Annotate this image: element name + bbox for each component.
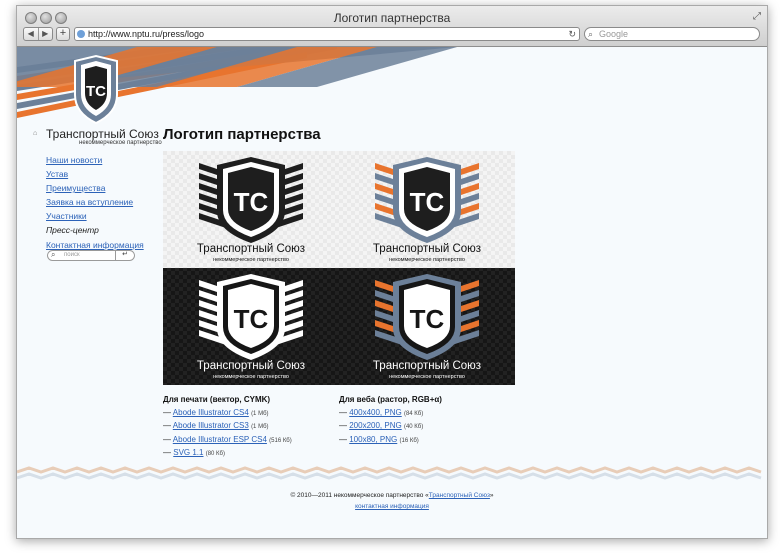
search-submit-button[interactable]: ↵ <box>115 250 134 261</box>
logo-card: TC Транспортный Союз некоммерческое партне… <box>373 157 481 263</box>
nav-item-charter: Устав <box>46 167 144 181</box>
print-file-link[interactable]: Abode Illustrator CS4 <box>173 408 249 417</box>
print-file-item: — SVG 1.1 (80 Кб) <box>163 447 292 460</box>
site-subtitle: некоммерческое партнерство <box>79 140 162 146</box>
globe-icon <box>77 30 85 38</box>
window-titlebar: Логотип партнерства ⤢ ◀ ▶ + http://www.n… <box>17 6 767 47</box>
dash: — <box>163 421 173 431</box>
print-heading: Для печати (вектор, CYMK) <box>163 395 271 404</box>
nav-link-members[interactable]: Участники <box>46 211 87 221</box>
dash: — <box>339 408 350 417</box>
copyright-suffix: » <box>489 492 494 499</box>
search-icon: ⌕ <box>51 250 56 259</box>
print-file-item: — Abode Illustrator ESP CS4 (516 Кб) <box>163 434 292 447</box>
footer-zigzag-line <box>17 466 762 474</box>
print-file-item: — Abode Illustrator CS3 (1 Мб) <box>163 420 292 433</box>
logo-card: TC Транспортный Союз некоммерческое партне… <box>197 274 305 380</box>
file-size: (16 Кб) <box>399 437 419 444</box>
back-button[interactable]: ◀ <box>24 28 39 40</box>
file-size: (80 Кб) <box>205 450 225 457</box>
emblem-icon: TC <box>74 54 118 125</box>
nav-item-application: Заявка на вступление <box>46 195 144 209</box>
logo-card: TC Транспортный Союз некоммерческое партне… <box>197 157 305 263</box>
footer-site-link[interactable]: Транспортный Союз <box>429 492 490 499</box>
file-size: (516 Кб) <box>269 437 292 444</box>
footer-zigzag-line <box>17 472 762 480</box>
logo-grid: TC Транспортный Союз некоммерческое партне… <box>163 151 515 385</box>
file-size: (1 Мб) <box>251 411 269 417</box>
print-file-link[interactable]: Abode Illustrator ESP CS4 <box>173 435 267 444</box>
logo-name: Транспортный Союз <box>197 360 305 372</box>
dash: — <box>163 408 173 417</box>
print-file-link[interactable]: SVG 1.1 <box>173 448 203 457</box>
logo-letters: TC <box>410 304 445 334</box>
web-file-link[interactable]: 200x200, PNG <box>349 421 401 430</box>
add-bookmark-button[interactable]: + <box>56 27 70 41</box>
file-size: (40 Кб) <box>403 424 424 431</box>
nav-item-press-center: Пресс-центр <box>46 223 144 237</box>
forward-button[interactable]: ▶ <box>39 28 53 40</box>
print-file-link[interactable]: Abode Illustrator CS3 <box>173 421 249 430</box>
dash: — <box>339 421 350 431</box>
sidebar-nav: Наши новости Устав Преимущества Заявка н… <box>46 153 144 252</box>
browser-search-field[interactable]: ⌕ Google <box>584 27 760 41</box>
logo-card: TC Транспортный Союз некоммерческое партне… <box>373 274 481 380</box>
logo-subtitle: некоммерческое партнерство <box>389 257 465 263</box>
nav-current-press-center: Пресс-центр <box>46 225 99 236</box>
nav-item-benefits: Преимущества <box>46 181 144 195</box>
fullscreen-icon[interactable]: ⤢ <box>753 11 761 22</box>
page-content: TC ⌂ Транспортный Союз некоммерческое па… <box>17 47 767 538</box>
reload-icon[interactable]: ↻ <box>568 28 576 40</box>
nav-link-news[interactable]: Наши новости <box>46 155 102 165</box>
web-file-item: — 200x200, PNG (40 Кб) <box>339 420 423 433</box>
nav-link-application[interactable]: Заявка на вступление <box>46 197 133 207</box>
nav-item-news: Наши новости <box>46 153 144 167</box>
logo-letters: TC <box>234 187 269 217</box>
web-files-list: — 400x400, PNG (84 Кб) — 200x200, PNG (4… <box>339 407 423 447</box>
nav-link-contacts[interactable]: Контактная информация <box>46 240 144 250</box>
back-forward-buttons: ◀ ▶ <box>23 27 53 41</box>
print-files-list: — Abode Illustrator CS4 (1 Мб) — Abode I… <box>163 407 292 460</box>
site-search-input[interactable]: ⌕ поиск ↵ <box>47 250 135 261</box>
browser-window: Логотип партнерства ⤢ ◀ ▶ + http://www.n… <box>16 5 768 539</box>
header-stripes: TC <box>17 47 457 125</box>
logo-name: Транспортный Союз <box>197 243 305 255</box>
web-file-link[interactable]: 400x400, PNG <box>349 408 401 417</box>
home-icon[interactable]: ⌂ <box>33 130 37 137</box>
logo-subtitle: некоммерческое партнерство <box>389 374 465 380</box>
file-size: (84 Кб) <box>403 411 424 417</box>
footer-contacts: контактная информация <box>17 503 767 510</box>
address-bar[interactable]: http://www.nptu.ru/press/logo ↻ <box>74 27 580 41</box>
print-file-item: — Abode Illustrator CS4 (1 Мб) <box>163 407 292 420</box>
file-size: (1 Мб) <box>251 424 269 431</box>
site-name[interactable]: Транспортный Союз <box>46 127 159 141</box>
footer-copyright: © 2010—2011 некоммерческое партнерство «… <box>17 492 767 499</box>
dash: — <box>163 434 173 444</box>
web-file-item: — 100x80, PNG (16 Кб) <box>339 434 423 447</box>
footer-zigzag <box>17 466 762 480</box>
logo-letters: TC <box>234 304 269 334</box>
logo-letters: TC <box>410 187 445 217</box>
logo-name: Транспортный Союз <box>373 360 481 372</box>
nav-link-benefits[interactable]: Преимущества <box>46 183 105 193</box>
nav-link-charter[interactable]: Устав <box>46 169 68 179</box>
logo-subtitle: некоммерческое партнерство <box>213 257 289 263</box>
page-title: Логотип партнерства <box>163 126 321 143</box>
site-search-placeholder: поиск <box>64 252 80 258</box>
nav-item-members: Участники <box>46 209 144 223</box>
web-file-item: — 400x400, PNG (84 Кб) <box>339 407 423 420</box>
url-text: http://www.nptu.ru/press/logo <box>88 29 205 39</box>
logo-name: Транспортный Союз <box>373 243 481 255</box>
window-title: Логотип партнерства <box>333 11 451 25</box>
logo-subtitle: некоммерческое партнерство <box>213 374 289 380</box>
footer-contact-link[interactable]: контактная информация <box>355 503 429 510</box>
dash: — <box>163 447 174 457</box>
web-heading: Для веба (растор, RGB+α) <box>339 395 442 404</box>
emblem-letters: TC <box>86 83 106 100</box>
web-file-link[interactable]: 100x80, PNG <box>349 435 397 444</box>
copyright-text: © 2010—2011 некоммерческое партнерство « <box>290 492 429 499</box>
dash: — <box>339 434 350 444</box>
search-icon: ⌕ <box>588 29 594 39</box>
browser-search-placeholder: Google <box>599 29 629 39</box>
